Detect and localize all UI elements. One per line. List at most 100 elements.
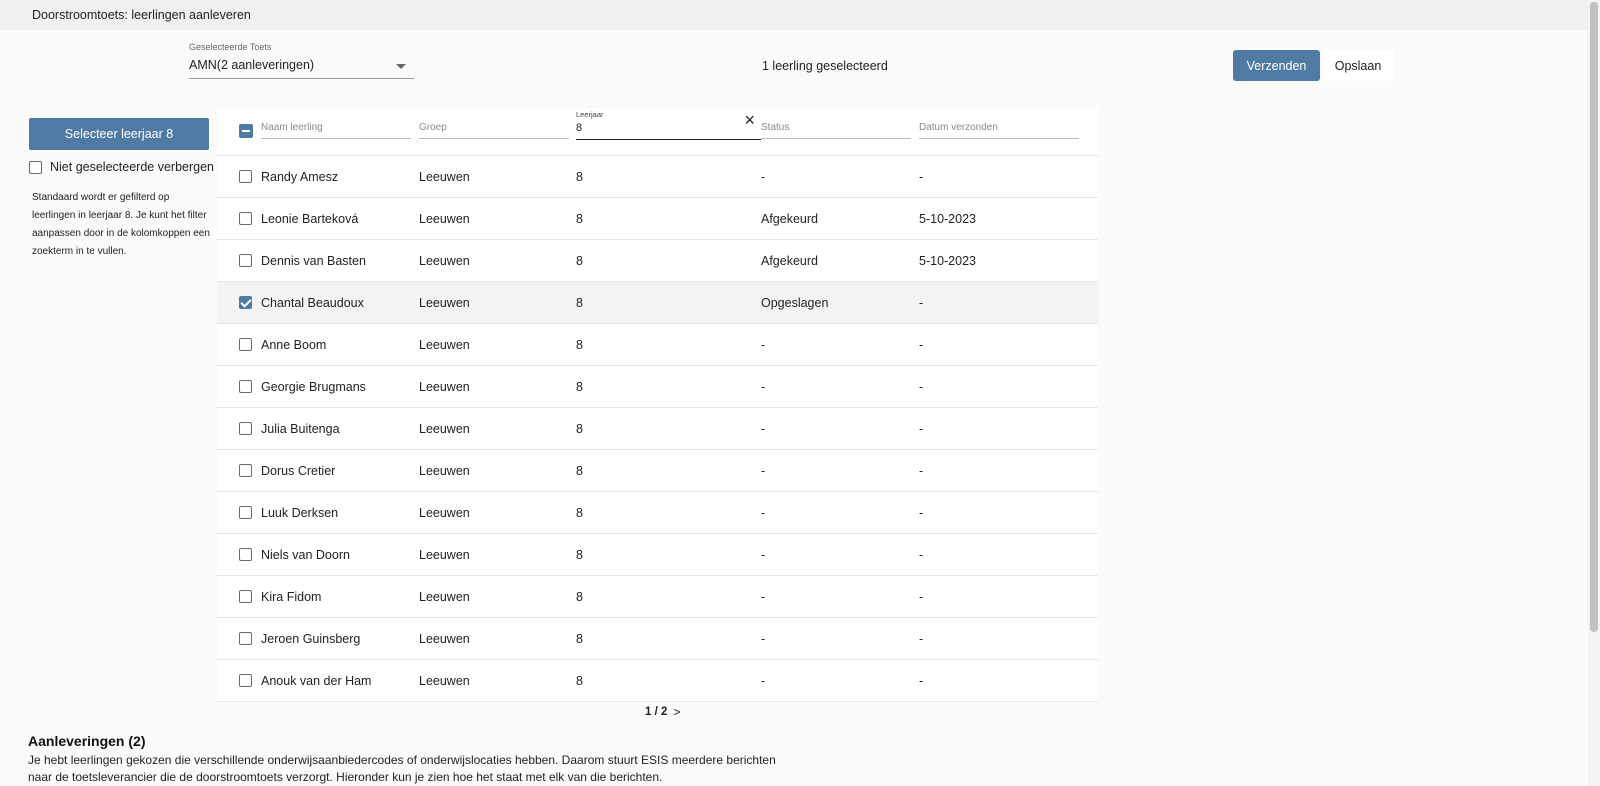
cell-date: - [919,338,924,352]
hide-unselected-label[interactable]: Niet geselecteerde verbergen [50,160,214,174]
cell-status: - [761,464,766,478]
cell-date: - [919,590,924,604]
table-row[interactable]: Anouk van der Ham Leeuwen 8 - - [217,660,1098,702]
cell-date: - [919,296,924,310]
year-filter-field[interactable]: Leerjaar 8 × [576,108,761,140]
select-year-button[interactable]: Selecteer leerjaar 8 [29,118,209,150]
cell-year: 8 [576,506,583,520]
cell-date: - [919,422,924,436]
send-button[interactable]: Verzenden [1233,50,1320,81]
cell-date: - [919,506,924,520]
cell-date: - [919,632,924,646]
cell-name: Dennis van Basten [261,254,366,268]
column-header-status[interactable]: Status [761,122,789,133]
scrollbar-thumb[interactable] [1590,2,1598,632]
cell-name: Anne Boom [261,338,327,352]
row-checkbox[interactable] [239,338,252,351]
table-row[interactable]: Chantal Beaudoux Leeuwen 8 Opgeslagen - [217,282,1098,324]
row-checkbox[interactable] [239,254,252,267]
cell-group: Leeuwen [419,296,470,310]
row-checkbox[interactable] [239,464,252,477]
cell-status: - [761,338,766,352]
year-filter-input[interactable]: 8 [576,122,582,134]
hide-unselected-checkbox[interactable] [29,160,42,174]
table-row[interactable]: Dorus Cretier Leeuwen 8 - - [217,450,1098,492]
cell-date: - [919,674,924,688]
filter-underline-name[interactable] [261,138,411,139]
cell-name: Anouk van der Ham [261,674,372,688]
select-all-checkbox[interactable] [239,124,253,138]
row-checkbox[interactable] [239,506,252,519]
column-header-group[interactable]: Groep [419,122,447,133]
cell-year: 8 [576,380,583,394]
cell-name: Jeroen Guinsberg [261,632,361,646]
row-checkbox[interactable] [239,212,252,225]
row-checkbox[interactable] [239,632,252,645]
table-row[interactable]: Jeroen Guinsberg Leeuwen 8 - - [217,618,1098,660]
cell-year: 8 [576,548,583,562]
table-row[interactable]: Georgie Brugmans Leeuwen 8 - - [217,366,1098,408]
test-select[interactable]: Geselecteerde Toets AMN(2 aanleveringen) [189,42,414,79]
cell-group: Leeuwen [419,506,470,520]
column-header-date[interactable]: Datum verzonden [919,122,998,133]
row-checkbox[interactable] [239,590,252,603]
hide-unselected-toggle[interactable]: Niet geselecteerde verbergen [29,159,214,175]
cell-name: Dorus Cretier [261,464,336,478]
row-checkbox[interactable] [239,548,252,561]
cell-group: Leeuwen [419,632,470,646]
table-row[interactable]: Julia Buitenga Leeuwen 8 - - [217,408,1098,450]
save-button[interactable]: Opslaan [1322,50,1394,81]
cell-year: 8 [576,632,583,646]
cell-year: 8 [576,338,583,352]
cell-year: 8 [576,422,583,436]
cell-status: - [761,548,766,562]
table-row[interactable]: Kira Fidom Leeuwen 8 - - [217,576,1098,618]
cell-name: Niels van Doorn [261,548,350,562]
cell-date: 5-10-2023 [919,212,976,226]
cell-group: Leeuwen [419,380,470,394]
row-checkbox[interactable] [239,380,252,393]
page-indicator: 1 / 2 [645,706,668,718]
row-checkbox[interactable] [239,296,252,309]
cell-status: - [761,632,766,646]
row-checkbox[interactable] [239,170,252,183]
page: Doorstroomtoets: leerlingen aanleveren G… [0,0,1600,786]
table-row[interactable]: Anne Boom Leeuwen 8 - - [217,324,1098,366]
row-checkbox[interactable] [239,422,252,435]
cell-name: Luuk Derksen [261,506,339,520]
cell-status: - [761,590,766,604]
cell-year: 8 [576,170,583,184]
row-checkbox[interactable] [239,674,252,687]
pagination: 1 / 2 > [645,705,680,719]
cell-name: Randy Amesz [261,170,339,184]
filter-underline-status[interactable] [761,138,911,139]
cell-group: Leeuwen [419,170,470,184]
table-row[interactable]: Dennis van Basten Leeuwen 8 Afgekeurd 5-10-2… [217,240,1098,282]
test-select-label: Geselecteerde Toets [189,42,272,52]
cell-group: Leeuwen [419,464,470,478]
table-row[interactable]: Niels van Doorn Leeuwen 8 - - [217,534,1098,576]
students-table: Naam leerling Groep Leerjaar 8 × Status … [217,108,1098,703]
cell-group: Leeuwen [419,548,470,562]
table-row[interactable]: Leonie Barteková Leeuwen 8 Afgekeurd 5-10-20… [217,198,1098,240]
scrollbar[interactable] [1588,0,1600,786]
filter-underline-date[interactable] [919,138,1079,139]
next-page-icon[interactable]: > [673,705,680,719]
cell-status: Afgekeurd [761,212,818,226]
cell-year: 8 [576,254,583,268]
deliveries-title: Aanleveringen (2) [28,733,146,749]
caret-down-icon[interactable] [396,64,406,69]
cell-status: - [761,674,766,688]
filter-underline-group[interactable] [419,138,569,139]
filter-help-text: Standaard wordt er gefilterd op leerling… [32,192,210,257]
cell-year: 8 [576,464,583,478]
test-select-value[interactable]: AMN(2 aanleveringen) [189,58,314,72]
cell-status: - [761,506,766,520]
column-header-name[interactable]: Naam leerling [261,122,323,133]
table-row[interactable]: Luuk Derksen Leeuwen 8 - - [217,492,1098,534]
table-row[interactable]: Randy Amesz Leeuwen 8 - - [217,156,1098,198]
close-icon[interactable]: × [744,111,755,129]
table-header: Naam leerling Groep Leerjaar 8 × Status … [217,108,1098,156]
cell-group: Leeuwen [419,422,470,436]
cell-date: - [919,380,924,394]
